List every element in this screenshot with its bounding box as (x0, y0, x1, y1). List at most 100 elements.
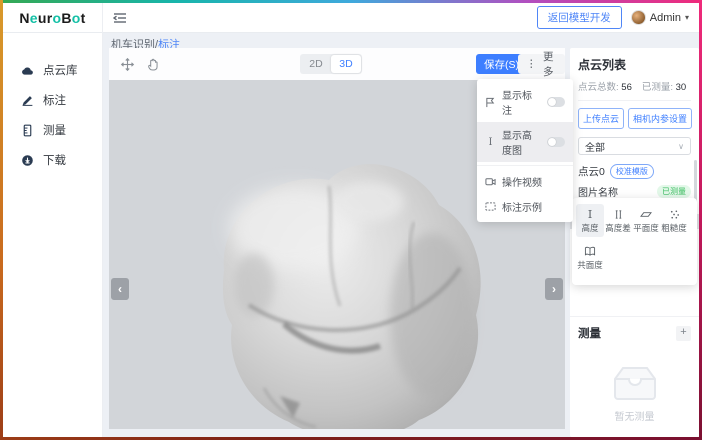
avatar (631, 10, 646, 25)
menu-divider (477, 165, 573, 166)
height-diff-icon (613, 208, 624, 220)
tool-label: 平面度 (633, 222, 659, 234)
stat-measured: 已测量: 30 (642, 79, 686, 93)
stat-total: 点云总数: 56 (578, 79, 632, 93)
logo-gear-letter: o (53, 10, 62, 26)
logo-text: t (81, 10, 86, 26)
logo-text: B (61, 10, 71, 26)
flag-icon (485, 97, 496, 108)
pen-icon (21, 94, 34, 107)
ruler-icon (21, 124, 34, 137)
chevron-right-icon: › (552, 282, 556, 296)
height-i-icon: I (485, 137, 496, 148)
measure-tools-popover: I 高度 高度差 平面度 粗糙度 (572, 198, 697, 285)
stat-total-label: 点云总数: (578, 82, 619, 93)
caret-down-icon: ▾ (685, 13, 689, 22)
height-i-icon: I (585, 208, 596, 220)
toggle-2d[interactable]: 2D (301, 55, 331, 73)
measure-title: 测量 (578, 325, 676, 341)
prev-image-button[interactable]: ‹ (111, 278, 129, 300)
logo-gear-letter: o (72, 10, 81, 26)
tool-coplanarity[interactable]: 共面度 (576, 241, 604, 274)
panel-title: 点云列表 (578, 56, 691, 73)
logo-text: N (19, 10, 29, 26)
menu-item-label: 标注示例 (502, 199, 565, 214)
show-annotations-toggle[interactable] (547, 97, 565, 107)
user-name: Admin (650, 12, 681, 24)
more-dropdown-menu: 显示标注 I 显示高度图 操作视频 标注示例 (477, 79, 573, 222)
empty-text: 暂无测量 (615, 408, 655, 423)
tool-height[interactable]: I 高度 (576, 204, 604, 237)
tool-height-difference[interactable]: 高度差 (604, 204, 632, 237)
menu-item-annotation-example[interactable]: 标注示例 (477, 194, 573, 219)
measure-section-header: 测量 + (570, 316, 699, 341)
chevron-down-icon: ∨ (678, 142, 684, 151)
gradient-border-left (0, 0, 3, 440)
stat-measured-label: 已测量: (642, 82, 673, 93)
chevron-left-icon: ‹ (118, 282, 122, 296)
gradient-border-top (0, 0, 702, 3)
empty-box-icon (607, 363, 663, 403)
tool-label: 高度 (581, 222, 598, 234)
panel-buttons: 上传点云 相机内参设置 (578, 108, 691, 129)
plane-icon (640, 208, 652, 220)
menu-item-tutorial-video[interactable]: 操作视频 (477, 169, 573, 194)
stat-measured-value: 30 (676, 82, 687, 93)
list-item[interactable]: 图片名称 已测量 (578, 184, 691, 199)
tool-label: 共面度 (577, 259, 603, 271)
download-icon (21, 154, 34, 167)
menu-item-show-annotations[interactable]: 显示标注 (477, 82, 573, 122)
menu-item-label: 操作视频 (502, 174, 565, 189)
measured-tag: 已测量 (657, 185, 691, 198)
stat-total-value: 56 (621, 82, 632, 93)
more-dots-icon: ⋮ (526, 58, 537, 70)
menu-item-label: 显示高度图 (502, 127, 541, 157)
frame-icon (485, 201, 496, 212)
filter-select[interactable]: 全部 ∨ (578, 137, 691, 155)
move-tool-icon[interactable] (120, 57, 135, 72)
user-menu[interactable]: Admin ▾ (631, 10, 689, 25)
more-label: 更多 (540, 49, 558, 79)
sidebar-item-pointcloud-library[interactable]: 点云库 (3, 55, 102, 85)
more-button[interactable]: ⋮ 更多 (518, 54, 565, 74)
sidebar-item-label: 测量 (43, 122, 66, 138)
pointcloud-group-row[interactable]: 点云0 校准模版 (578, 164, 691, 179)
viewer-card: 2D 3D 保存(S) ⋮ 更多 (109, 48, 565, 429)
pan-hand-icon[interactable] (146, 57, 161, 72)
dots-icon (669, 208, 680, 220)
viewer-toolbar: 2D 3D 保存(S) ⋮ 更多 (109, 48, 565, 80)
template-tag: 校准模版 (610, 164, 654, 179)
show-heightmap-toggle[interactable] (547, 137, 565, 147)
tool-roughness[interactable]: 粗糙度 (660, 204, 688, 237)
tooth-model (164, 110, 504, 429)
group-name: 点云0 (578, 164, 605, 179)
cloud-icon (21, 64, 34, 77)
sidebar-item-label: 标注 (43, 92, 66, 108)
toggle-3d[interactable]: 3D (331, 55, 361, 73)
sidebar-item-download[interactable]: 下载 (3, 145, 102, 175)
upload-pointcloud-button[interactable]: 上传点云 (578, 108, 624, 129)
header-right: 返回模型开发 Admin ▾ (537, 6, 699, 29)
book-icon (584, 245, 596, 257)
collapse-sidebar-icon[interactable] (113, 12, 127, 24)
camera-params-button[interactable]: 相机内参设置 (628, 108, 692, 129)
sidebar-item-label: 点云库 (43, 62, 78, 78)
video-icon (485, 176, 496, 187)
logo-gear-letter: e (30, 10, 38, 26)
menu-item-show-heightmap[interactable]: I 显示高度图 (477, 122, 573, 162)
menu-item-label: 显示标注 (502, 87, 541, 117)
tool-label: 粗糙度 (661, 222, 687, 234)
next-image-button[interactable]: › (545, 278, 563, 300)
sidebar-item-annotation[interactable]: 标注 (3, 85, 102, 115)
app-root: NeuroBot 返回模型开发 Admin ▾ 点云库 标注 (3, 3, 699, 437)
measure-empty-state: 暂无测量 (570, 363, 699, 423)
sidebar-item-measure[interactable]: 测量 (3, 115, 102, 145)
logo-text: ur (38, 10, 53, 26)
tool-flatness[interactable]: 平面度 (632, 204, 660, 237)
dimension-toggle: 2D 3D (300, 54, 362, 74)
app-logo: NeuroBot (3, 3, 103, 33)
add-measure-button[interactable]: + (676, 326, 691, 341)
back-to-model-dev-button[interactable]: 返回模型开发 (537, 6, 622, 29)
pointcloud-stats: 点云总数: 56 已测量: 30 (578, 79, 691, 93)
sidebar-item-label: 下载 (43, 152, 66, 168)
